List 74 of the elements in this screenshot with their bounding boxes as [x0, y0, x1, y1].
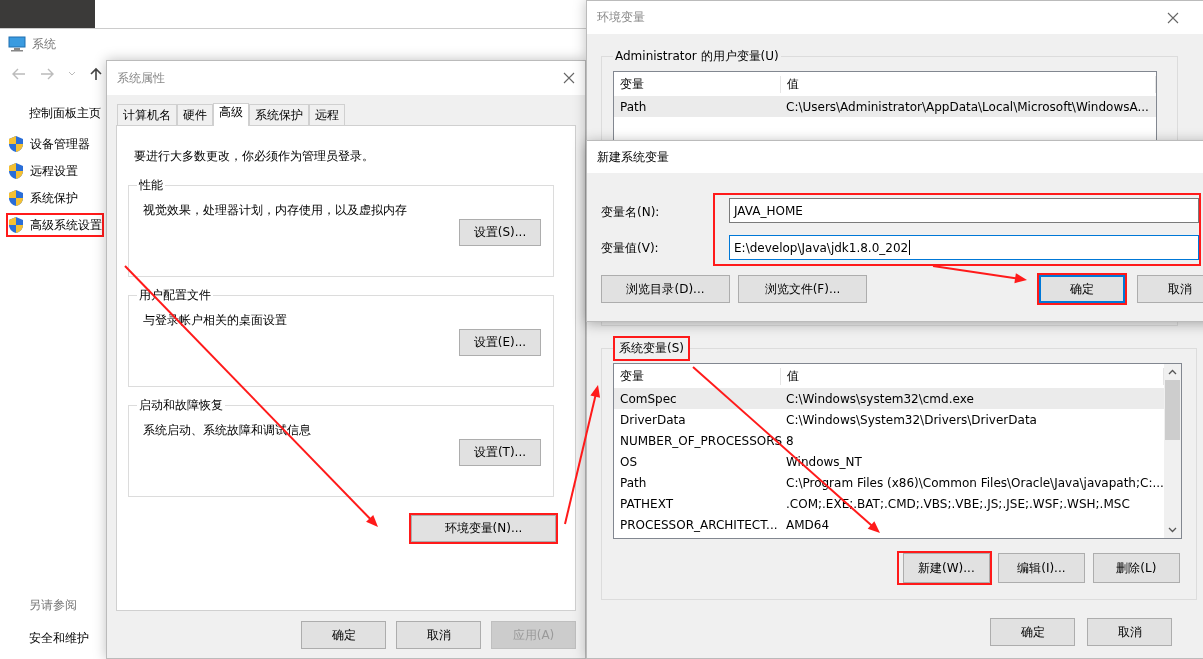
- table-cell-text: PROCESSOR_ARCHITECT...: [619, 517, 779, 532]
- table-action-button[interactable]: 新建(W)...: [902, 553, 990, 583]
- window-title: 系统: [32, 35, 56, 53]
- table-cell-text: AMD64: [785, 517, 831, 532]
- table-action-button[interactable]: 删除(L): [1092, 553, 1180, 583]
- settings-button[interactable]: 设置(E)...: [459, 329, 541, 356]
- browse-button[interactable]: 浏览文件(F)...: [738, 275, 867, 303]
- input-field[interactable]: JAVA_HOME: [729, 198, 1199, 223]
- text-cursor: [909, 240, 911, 255]
- dialog-button[interactable]: 取消: [1137, 275, 1203, 303]
- input-field[interactable]: E:\develop\Java\jdk1.8.0_202: [729, 235, 1199, 260]
- group-title: 性能: [138, 177, 164, 194]
- table-row[interactable]: ComSpec C:\Windows\system32\cmd.exe: [614, 388, 1164, 409]
- dialog-button[interactable]: 确定: [990, 618, 1075, 646]
- column-header: 变量: [614, 75, 781, 93]
- group-description: 视觉效果，处理器计划，内存使用，以及虚拟内存: [143, 202, 408, 219]
- tab[interactable]: 远程: [309, 104, 345, 125]
- table-cell-text: 8: [785, 433, 795, 448]
- notice-text: 要进行大多数更改，你必须作为管理员登录。: [134, 148, 375, 165]
- scrollbar[interactable]: [1163, 364, 1181, 538]
- close-icon[interactable]: [563, 72, 575, 84]
- group-title: 启动和故障恢复: [138, 397, 224, 414]
- table-cell-text: OS: [619, 454, 639, 469]
- field-label: 变量名(N):: [601, 204, 661, 222]
- shield-icon: [8, 216, 24, 234]
- shield-icon: [8, 162, 24, 180]
- scroll-up-icon[interactable]: [1167, 369, 1177, 375]
- table-cell-text: Path: [619, 475, 648, 490]
- table-cell-text: C:\Windows\System32\Drivers\DriverData: [785, 412, 1038, 427]
- scroll-down-icon[interactable]: [1167, 527, 1177, 533]
- tab[interactable]: 硬件: [177, 104, 213, 125]
- column-header: 值: [781, 75, 1156, 93]
- sidebar-link[interactable]: 安全和维护: [6, 630, 89, 647]
- tab[interactable]: 计算机名: [117, 104, 177, 125]
- browse-button[interactable]: 浏览目录(D)...: [601, 275, 730, 303]
- dialog-button[interactable]: 确定: [1039, 275, 1125, 303]
- table-row[interactable]: PROCESSOR_ARCHITECT... AMD64: [614, 514, 1164, 535]
- environment-variables-button[interactable]: 环境变量(N)...: [411, 515, 556, 542]
- table-row[interactable]: Path C:\Users\Administrator\AppData\Local\Microsoft\WindowsA...: [614, 96, 1156, 117]
- up-arrow-icon[interactable]: [90, 67, 102, 81]
- sidebar-link[interactable]: 控制面板主页: [6, 105, 101, 122]
- settings-button[interactable]: 设置(S)...: [459, 219, 541, 246]
- tab[interactable]: 系统保护: [249, 104, 309, 125]
- close-icon[interactable]: [1167, 11, 1179, 24]
- group-title: Administrator 的用户变量(U): [614, 48, 780, 65]
- table-cell-text: C:\Windows\system32\cmd.exe: [785, 391, 975, 406]
- sidebar-link[interactable]: 系统保护: [30, 189, 78, 207]
- dialog-title: 系统属性: [117, 69, 165, 87]
- table-action-button[interactable]: 编辑(I)...: [997, 553, 1085, 583]
- table-cell-text: ComSpec: [619, 391, 678, 406]
- settings-button[interactable]: 设置(T)...: [459, 439, 541, 466]
- monitor-icon: [8, 36, 26, 52]
- sidebar-link[interactable]: 设备管理器: [30, 135, 90, 153]
- shield-icon: [8, 135, 24, 153]
- table-cell-text: Path: [619, 99, 648, 114]
- column-header: 值: [781, 367, 1164, 385]
- table-row[interactable]: DriverData C:\Windows\System32\Drivers\DriverData: [614, 409, 1164, 430]
- shield-icon: [8, 189, 24, 207]
- sidebar-link[interactable]: 高级系统设置: [30, 216, 102, 234]
- table-cell-text: DriverData: [619, 412, 687, 427]
- table-cell-text: PATHEXT: [619, 496, 675, 511]
- dialog-button[interactable]: 取消: [396, 621, 481, 649]
- dialog-title: 新建系统变量: [597, 148, 669, 166]
- group-title: 系统变量(S): [613, 336, 690, 361]
- dialog-button[interactable]: 取消: [1087, 618, 1172, 646]
- dialog-button[interactable]: 确定: [301, 621, 386, 649]
- section-label: 另请参阅: [28, 597, 78, 614]
- scrollbar-thumb[interactable]: [1164, 380, 1180, 440]
- tab[interactable]: 高级: [213, 103, 249, 126]
- table-cell-text: C:\Users\Administrator\AppData\Local\Microsoft\WindowsA...: [785, 99, 1150, 114]
- sidebar-link[interactable]: 远程设置: [30, 162, 78, 180]
- field-label: 变量值(V):: [601, 239, 660, 257]
- column-header: 变量: [614, 367, 781, 385]
- dialog-title: 环境变量: [597, 9, 645, 26]
